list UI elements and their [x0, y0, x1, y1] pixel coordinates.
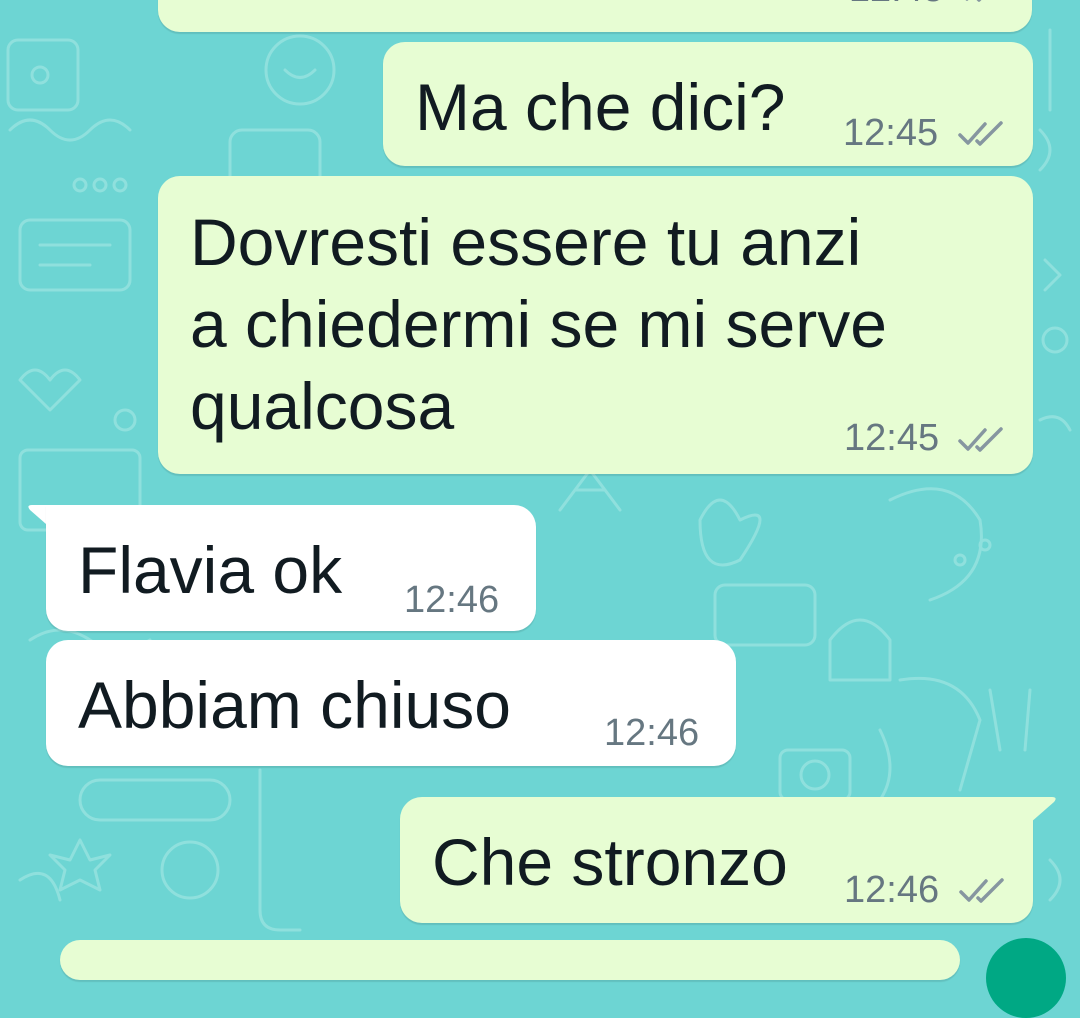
- double-check-icon: [965, 0, 982, 2]
- message-bubble-outgoing[interactable]: Dovresti essere tu anzi a chiedermi se m…: [158, 176, 1033, 474]
- message-time: 12:45: [844, 417, 940, 459]
- message-text: Ma che dici?: [415, 70, 786, 144]
- message-time: 12:46: [404, 579, 500, 621]
- message-bubble-outgoing[interactable]: [60, 940, 960, 980]
- message-text: Che stronzo: [432, 825, 788, 899]
- message-bubble-incoming[interactable]: Flavia ok 12:46: [46, 505, 536, 631]
- message-time: 12:45: [849, 0, 944, 11]
- message-bubble-incoming[interactable]: Abbiam chiuso 12:46: [46, 640, 736, 766]
- message-bubble-outgoing[interactable]: Ma che dici? 12:45: [383, 42, 1033, 166]
- scroll-down-button[interactable]: [986, 938, 1066, 1018]
- message-text: Abbiam chiuso: [78, 668, 511, 742]
- message-bubble-outgoing[interactable]: 12:45: [158, 0, 1032, 32]
- message-time: 12:46: [844, 869, 940, 911]
- bubble-tail: [1030, 797, 1056, 823]
- message-bubble-outgoing[interactable]: Che stronzo 12:46: [400, 797, 1033, 923]
- message-text-line: Dovresti essere tu anzi: [190, 205, 862, 279]
- message-text-line: qualcosa: [190, 369, 455, 443]
- message-time: 12:46: [604, 712, 700, 754]
- message-time: 12:45: [843, 112, 939, 154]
- message-text: Flavia ok: [78, 533, 343, 607]
- message-text-line: a chiedermi se mi serve: [190, 287, 887, 361]
- double-check-icon: [958, 121, 1003, 146]
- double-check-icon: [959, 878, 1004, 903]
- double-check-icon: [958, 427, 1003, 452]
